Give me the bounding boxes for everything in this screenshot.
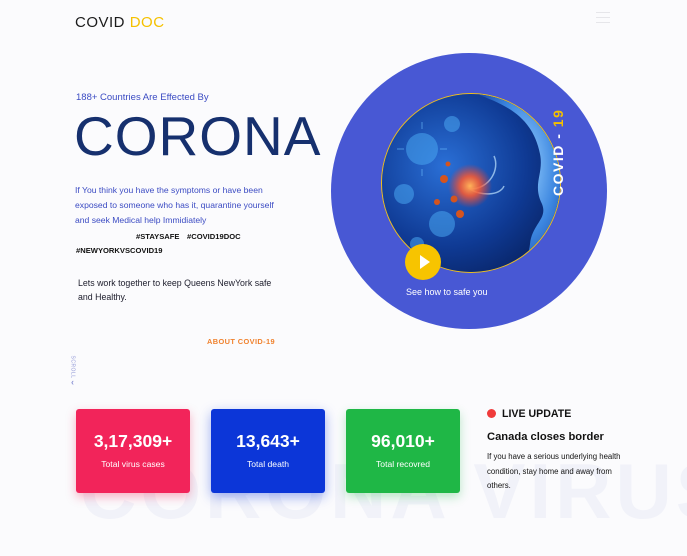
site-logo[interactable]: COVID DOC: [75, 14, 165, 31]
chevron-left-icon: ‹: [71, 377, 74, 387]
play-icon[interactable]: [405, 244, 441, 280]
scroll-label: SCROLL: [69, 355, 76, 379]
scroll-indicator[interactable]: SCROLL ‹: [67, 350, 83, 390]
stat-label: Total virus cases: [101, 459, 165, 469]
stat-card-deaths[interactable]: 13,643+ Total death: [211, 409, 325, 493]
stat-value: 13,643+: [236, 431, 300, 451]
live-dot-icon: [487, 409, 496, 418]
stat-card-cases[interactable]: 3,17,309+ Total virus cases: [76, 409, 190, 493]
stat-value: 96,010+: [371, 431, 435, 451]
logo-text: COVID: [75, 14, 126, 31]
about-covid-link[interactable]: ABOUT COVID-19: [207, 337, 275, 346]
hashtag-newyorkvscovid19[interactable]: #NEWYORKVSCOVID19: [76, 246, 163, 255]
covid-19-vertical-label: COVID - 19: [550, 108, 566, 196]
hashtag-covid19doc[interactable]: #COVID19DOC: [187, 232, 241, 241]
hamburger-icon[interactable]: [596, 12, 610, 24]
stat-card-recovered[interactable]: 96,010+ Total recovred: [346, 409, 460, 493]
news-title[interactable]: Canada closes border: [487, 431, 604, 443]
stat-label: Total death: [246, 459, 290, 469]
hero-headline: CORONA: [74, 105, 322, 167]
live-update-heading: LIVE UPDATE: [487, 408, 571, 420]
news-body: If you have a serious underlying health …: [487, 452, 621, 490]
see-how-link[interactable]: See how to safe you: [406, 287, 488, 297]
virus-face-image: [381, 93, 561, 273]
hero-call-to-unity: Lets work together to keep Queens NewYor…: [78, 278, 272, 302]
stat-label: Total recovred: [376, 459, 430, 469]
hero-subtitle: 188+ Countries Are Effected By: [76, 92, 209, 103]
hero-description: If You think you have the symptoms or ha…: [75, 185, 274, 225]
logo-accent-text: DOC: [129, 14, 165, 31]
hashtag-staysafe[interactable]: #STAYSAFE: [136, 232, 179, 241]
stat-value: 3,17,309+: [93, 431, 173, 451]
